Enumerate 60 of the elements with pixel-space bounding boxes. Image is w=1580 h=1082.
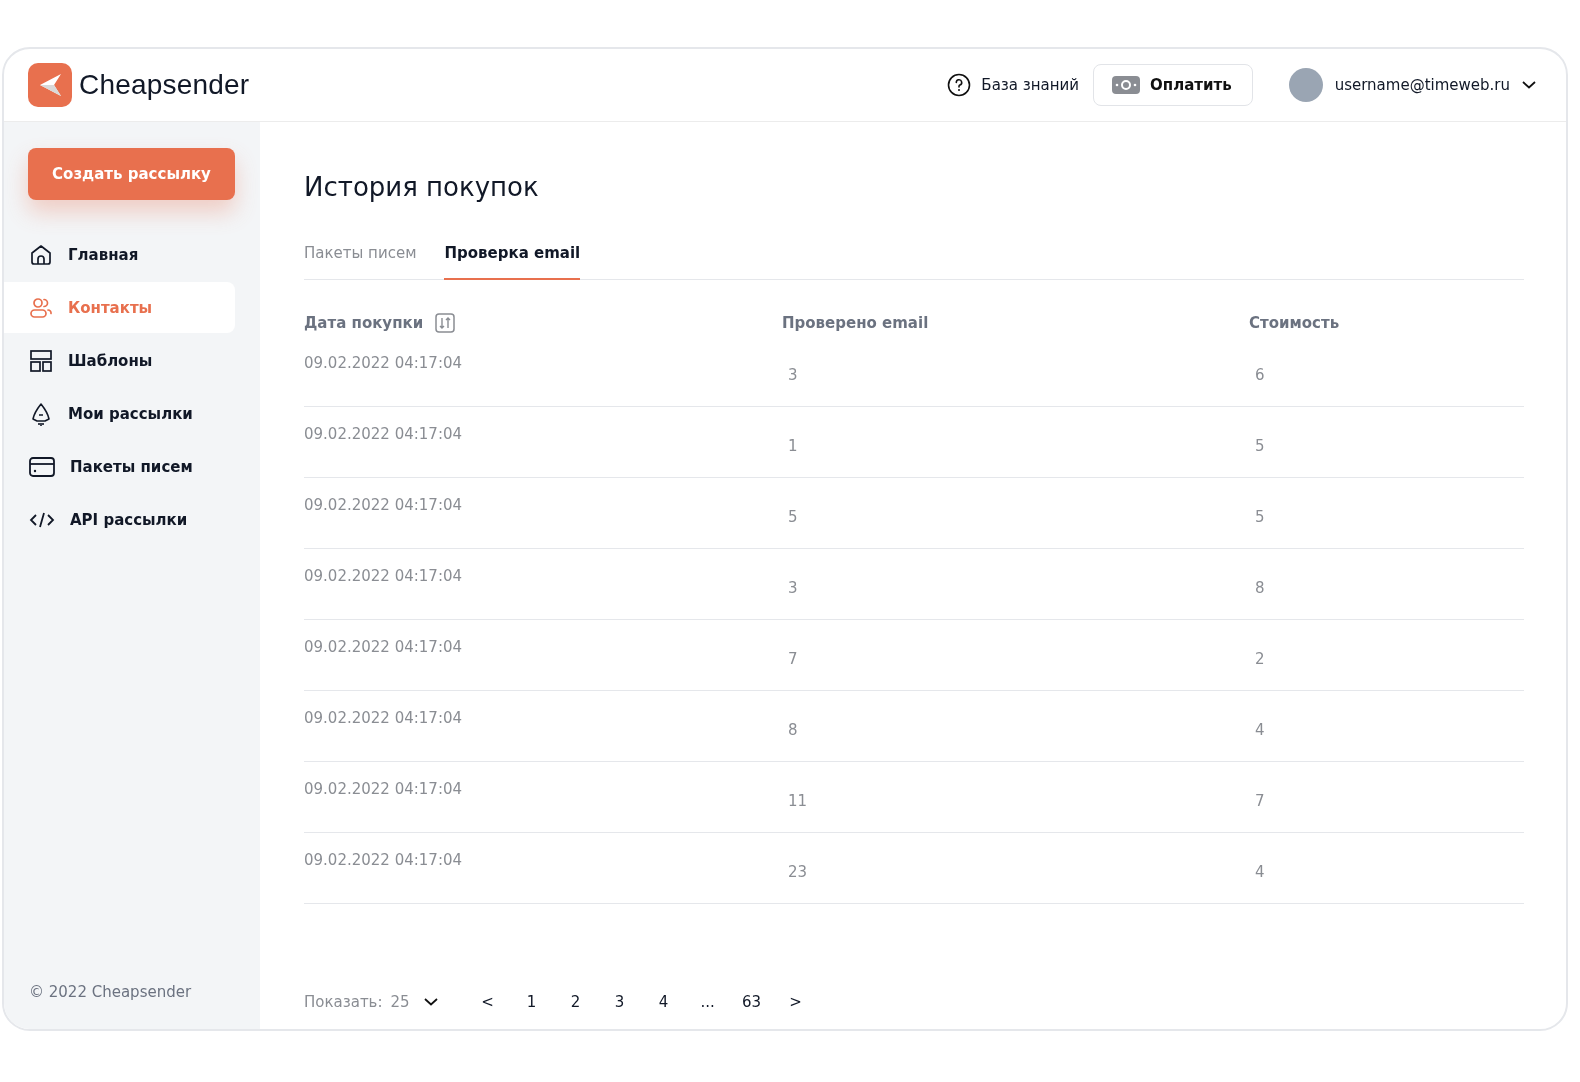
- page-link[interactable]: 2: [565, 993, 586, 1011]
- help-link[interactable]: База знаний: [947, 73, 1080, 97]
- page-size-label: Показать:: [304, 993, 383, 1011]
- page-link[interactable]: 4: [653, 993, 674, 1011]
- chevron-down-icon: [1522, 81, 1536, 89]
- table-cell-text: 3: [787, 578, 799, 597]
- table-cell-text: 09.02.2022 04:17:04: [304, 495, 464, 514]
- table-cell-text: 09.02.2022 04:17:04: [304, 637, 464, 656]
- table-cell-text: 8: [1254, 578, 1266, 597]
- table-cell-text: 5: [1254, 507, 1266, 526]
- page-link[interactable]: 3: [609, 993, 630, 1011]
- page-link[interactable]: 1: [521, 993, 542, 1011]
- sidebar-item[interactable]: Пакеты писем: [4, 441, 235, 492]
- table-cell-text: 09.02.2022 04:17:04: [304, 353, 464, 372]
- sidebar-item[interactable]: Шаблоны: [4, 335, 235, 386]
- table-cell-text: 5: [1254, 436, 1266, 455]
- copyright: © 2022 Cheapsender: [28, 983, 193, 1001]
- help-icon: [947, 73, 972, 97]
- users-icon: [29, 295, 53, 320]
- table-cell-text: 3: [787, 365, 799, 384]
- brand-name: Cheapsender: [79, 69, 250, 101]
- tab[interactable]: Проверка email: [444, 238, 581, 280]
- sidebar-item[interactable]: API рассылки: [4, 494, 235, 545]
- table-cell-text: 4: [1254, 862, 1266, 881]
- sort-icon[interactable]: [435, 313, 456, 333]
- column-header: Стоимость: [1249, 314, 1340, 332]
- table-cell-text: 4: [1254, 720, 1266, 739]
- next-page[interactable]: >: [785, 993, 806, 1011]
- sidebar-item[interactable]: Мои рассылки: [4, 388, 235, 439]
- page-title: История покупок: [304, 172, 540, 202]
- table-cell-text: 5: [787, 507, 799, 526]
- banknote-icon: [1112, 76, 1141, 94]
- chevron-down-icon: [423, 998, 438, 1006]
- table-cell-text: 6: [1254, 365, 1266, 384]
- table-cell-text: 09.02.2022 04:17:04: [304, 850, 464, 869]
- pay-button[interactable]: Оплатить: [1093, 64, 1253, 106]
- table-cell-text: 09.02.2022 04:17:04: [304, 566, 464, 585]
- logo-icon: [28, 63, 72, 107]
- table-cell-text: 1: [787, 436, 799, 455]
- user-menu[interactable]: username@timeweb.ru: [1334, 76, 1536, 94]
- table-cell-text: 23: [787, 862, 809, 881]
- code-icon: [29, 511, 55, 528]
- table-cell-text: 11: [787, 791, 809, 810]
- column-header: Дата покупки: [304, 314, 424, 332]
- page-link[interactable]: 63: [741, 993, 762, 1011]
- table-cell-text: 09.02.2022 04:17:04: [304, 708, 464, 727]
- table-cell-text: 7: [787, 649, 799, 668]
- previous-page[interactable]: <: [477, 993, 498, 1011]
- table-cell-text: 7: [1254, 791, 1266, 810]
- table-cell-text: 8: [787, 720, 799, 739]
- page-link[interactable]: ...: [697, 993, 718, 1011]
- layout-icon: [29, 348, 53, 373]
- table-cell-text: 09.02.2022 04:17:04: [304, 424, 464, 443]
- card-icon: [29, 455, 55, 478]
- home-icon: [29, 242, 53, 267]
- column-header: Проверено email: [782, 314, 929, 332]
- table-cell-text: 09.02.2022 04:17:04: [304, 779, 464, 798]
- table-cell-text: 2: [1254, 649, 1266, 668]
- sidebar-item[interactable]: Главная: [4, 229, 235, 280]
- avatar: [1288, 68, 1323, 102]
